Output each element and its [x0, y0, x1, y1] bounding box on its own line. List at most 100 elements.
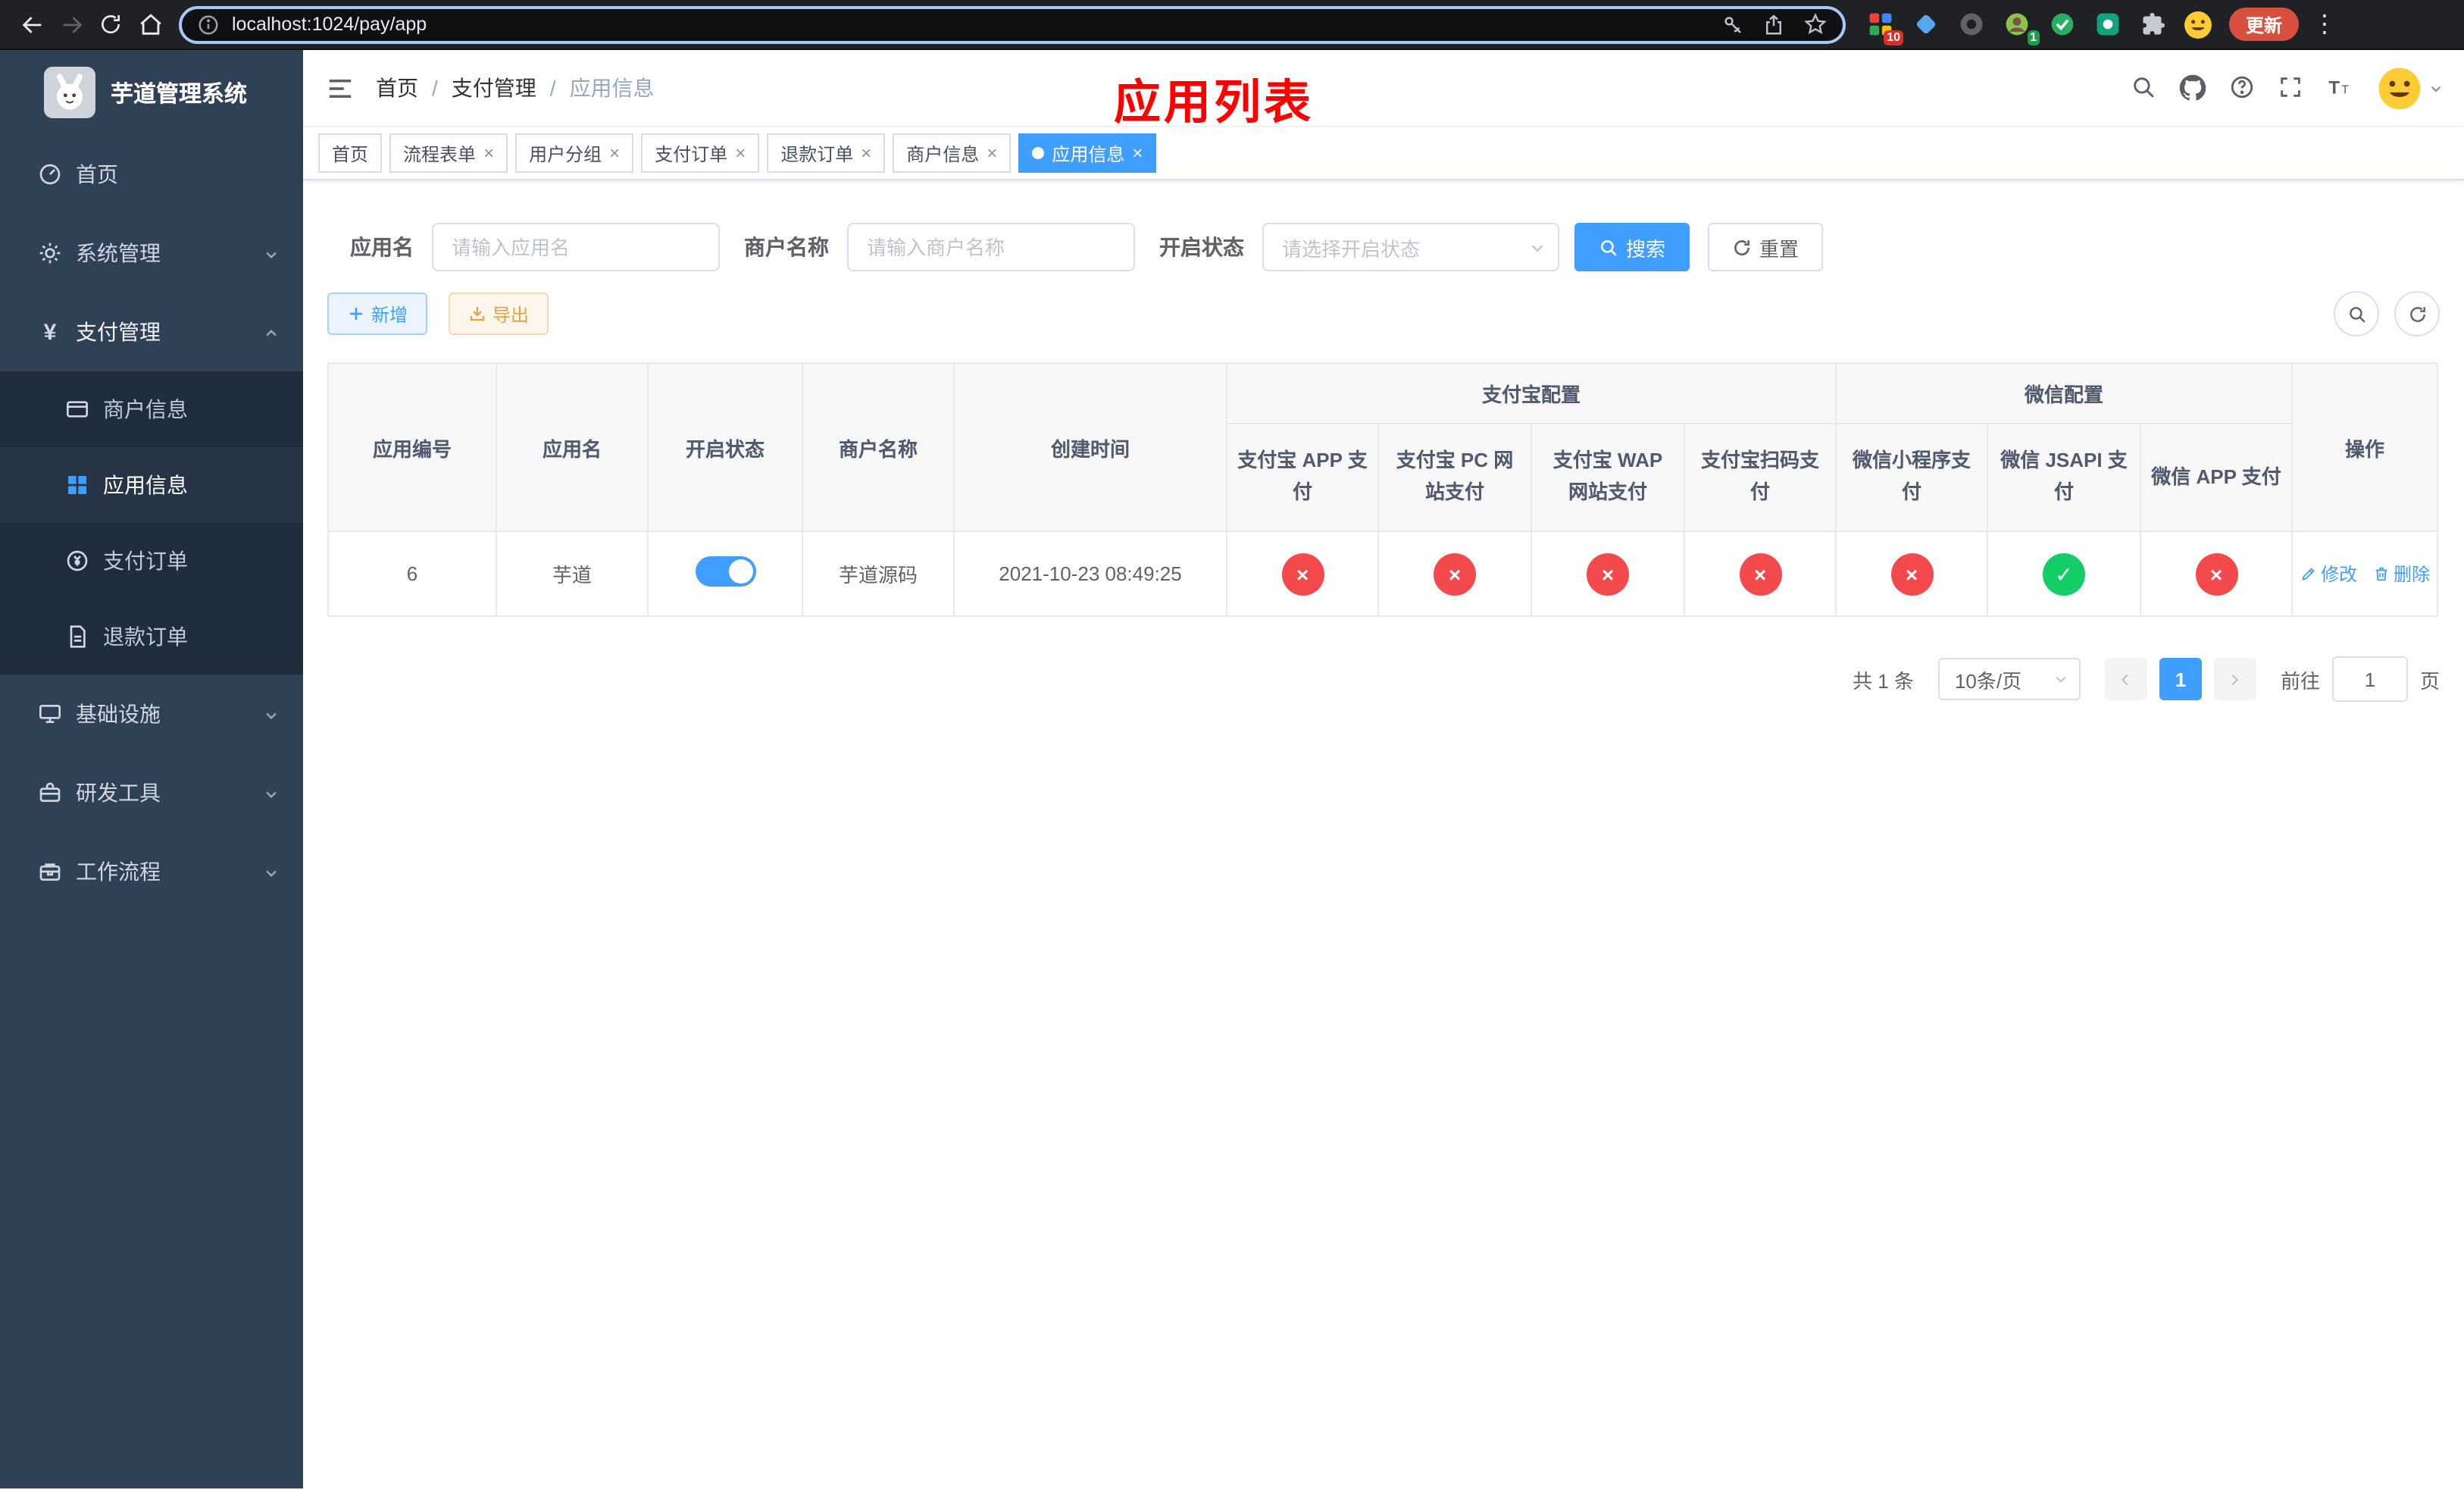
alipay-qr-status-icon: ×	[1739, 552, 1781, 595]
sidebar-item-pay-orders[interactable]: 支付订单	[0, 523, 303, 599]
app-name-input[interactable]	[432, 223, 720, 271]
col-merchant: 商户名称	[802, 362, 955, 532]
breadcrumb-payment[interactable]: 支付管理	[452, 73, 536, 103]
github-icon[interactable]	[2179, 74, 2206, 102]
add-button[interactable]: 新增	[327, 293, 428, 335]
site-info-icon[interactable]	[197, 13, 220, 36]
sidebar-item-infrastructure[interactable]: 基础设施	[0, 675, 303, 753]
browser-menu-icon[interactable]: ⋮	[2311, 9, 2338, 39]
chevron-down-icon	[264, 241, 279, 265]
tab-merchant-info[interactable]: 商户信息 ×	[893, 133, 1012, 173]
active-dot	[1032, 147, 1045, 159]
edit-link[interactable]: 修改	[2300, 561, 2357, 587]
grid-icon	[65, 473, 89, 497]
extension-puzzle-icon[interactable]	[2137, 8, 2169, 40]
page-content: 应用名 商户名称 开启状态 请选择开启状态	[303, 180, 2464, 702]
tab-user-group[interactable]: 用户分组 ×	[515, 133, 634, 173]
close-icon[interactable]: ×	[609, 144, 620, 162]
close-icon[interactable]: ×	[861, 144, 871, 162]
next-page-button[interactable]	[2213, 658, 2256, 700]
refresh-table-button[interactable]	[2394, 291, 2440, 337]
password-key-icon[interactable]	[1721, 13, 1744, 36]
profile-badge: 1	[2027, 30, 2040, 45]
url-bar[interactable]: localhost:1024/pay/app	[179, 5, 1846, 43]
back-button[interactable]	[12, 5, 52, 44]
status-toggle[interactable]	[695, 556, 755, 587]
tab-home[interactable]: 首页	[318, 133, 383, 173]
export-button[interactable]: 导出	[449, 293, 549, 335]
main-area: 首页 / 支付管理 / 应用信息 应用列表 T T 首页 流程表单 × 用户分组…	[303, 50, 2464, 1488]
app-logo[interactable]: 芋道管理系统	[0, 50, 303, 135]
bookmark-star-icon[interactable]	[1803, 12, 1828, 36]
close-icon[interactable]: ×	[987, 144, 997, 162]
chevron-down-icon	[1531, 244, 1543, 252]
close-icon[interactable]: ×	[483, 144, 494, 162]
payment-submenu: 商户信息 应用信息 支付订单 退款订单	[0, 371, 303, 675]
sidebar-item-payment[interactable]: ¥ 支付管理	[0, 293, 303, 371]
extension-grid-icon[interactable]: 10	[1864, 8, 1903, 45]
close-icon[interactable]: ×	[735, 144, 746, 162]
reset-button[interactable]: 重置	[1708, 223, 1824, 271]
extensions-area: 10 1	[1864, 8, 2214, 45]
gear-icon	[38, 241, 62, 265]
url-text[interactable]: localhost:1024/pay/app	[232, 14, 427, 35]
sidebar-item-system[interactable]: 系统管理	[0, 214, 303, 293]
tab-app-info[interactable]: 应用信息 ×	[1018, 133, 1157, 173]
sidebar-item-app-info[interactable]: 应用信息	[0, 447, 303, 523]
briefcase-icon	[38, 859, 62, 884]
sidebar-collapse-icon[interactable]	[326, 74, 355, 102]
forward-button[interactable]	[52, 5, 91, 44]
goto-label: 前往	[2280, 669, 2320, 692]
breadcrumb-home[interactable]: 首页	[376, 73, 418, 103]
status-select[interactable]: 请选择开启状态	[1262, 223, 1559, 271]
extension-avatar-icon[interactable]: 1	[2000, 8, 2040, 45]
refresh-icon	[2409, 306, 2425, 321]
document-icon	[65, 624, 89, 649]
toggle-search-button[interactable]	[2334, 291, 2379, 337]
chevron-up-icon	[264, 320, 279, 344]
chevron-down-icon	[2056, 676, 2066, 683]
col-status: 开启状态	[647, 362, 803, 532]
tab-pay-orders[interactable]: 支付订单 ×	[641, 133, 760, 173]
extension-check-icon[interactable]	[2046, 8, 2078, 40]
user-menu[interactable]	[2378, 66, 2443, 110]
merchant-name-input[interactable]	[847, 223, 1135, 271]
browser-update-button[interactable]: 更新	[2229, 8, 2300, 41]
search-icon[interactable]	[2131, 74, 2156, 102]
close-icon[interactable]: ×	[1132, 144, 1143, 162]
merchant-name-label: 商户名称	[744, 235, 829, 259]
chevron-down-icon	[264, 781, 279, 805]
extension-dark-circle-icon[interactable]	[1955, 8, 1987, 40]
extension-diamond-icon[interactable]	[1909, 8, 1941, 40]
prev-page-button[interactable]	[2104, 658, 2147, 700]
tab-refund-orders[interactable]: 退款订单 ×	[767, 133, 886, 173]
alipay-pc-status-icon: ×	[1434, 552, 1476, 595]
search-icon	[1601, 239, 1617, 255]
share-icon[interactable]	[1762, 13, 1785, 36]
delete-link[interactable]: 删除	[2372, 561, 2430, 587]
sidebar-item-workflow[interactable]: 工作流程	[0, 832, 303, 911]
goto-page-input[interactable]	[2331, 656, 2408, 702]
col-created: 创建时间	[953, 362, 1227, 532]
search-button[interactable]: 搜索	[1574, 223, 1690, 271]
font-size-icon[interactable]: TT	[2326, 74, 2355, 102]
total-count: 共 1 条	[1853, 669, 1914, 692]
reload-button[interactable]	[91, 5, 130, 44]
cell-app-name: 芋道	[496, 531, 649, 617]
profile-avatar-icon[interactable]	[2182, 8, 2214, 40]
fullscreen-icon[interactable]	[2278, 74, 2303, 102]
page-number-1[interactable]: 1	[2159, 658, 2202, 700]
sidebar-item-home[interactable]: 首页	[0, 135, 303, 214]
col-alipay-qr: 支付宝扫码支付	[1683, 423, 1837, 532]
page-size-select[interactable]: 10条/页	[1937, 658, 2081, 700]
help-icon[interactable]	[2229, 74, 2255, 102]
chevron-down-icon	[2431, 85, 2441, 92]
home-button[interactable]	[130, 5, 170, 44]
sidebar-item-merchant-info[interactable]: 商户信息	[0, 371, 303, 447]
filter-form: 应用名 商户名称 开启状态 请选择开启状态	[350, 223, 2440, 271]
tab-process-form[interactable]: 流程表单 ×	[389, 133, 508, 173]
extension-chat-icon[interactable]	[2091, 8, 2123, 40]
sidebar-item-dev-tools[interactable]: 研发工具	[0, 753, 303, 832]
credit-card-icon	[65, 397, 89, 421]
sidebar-item-refund-orders[interactable]: 退款订单	[0, 599, 303, 675]
